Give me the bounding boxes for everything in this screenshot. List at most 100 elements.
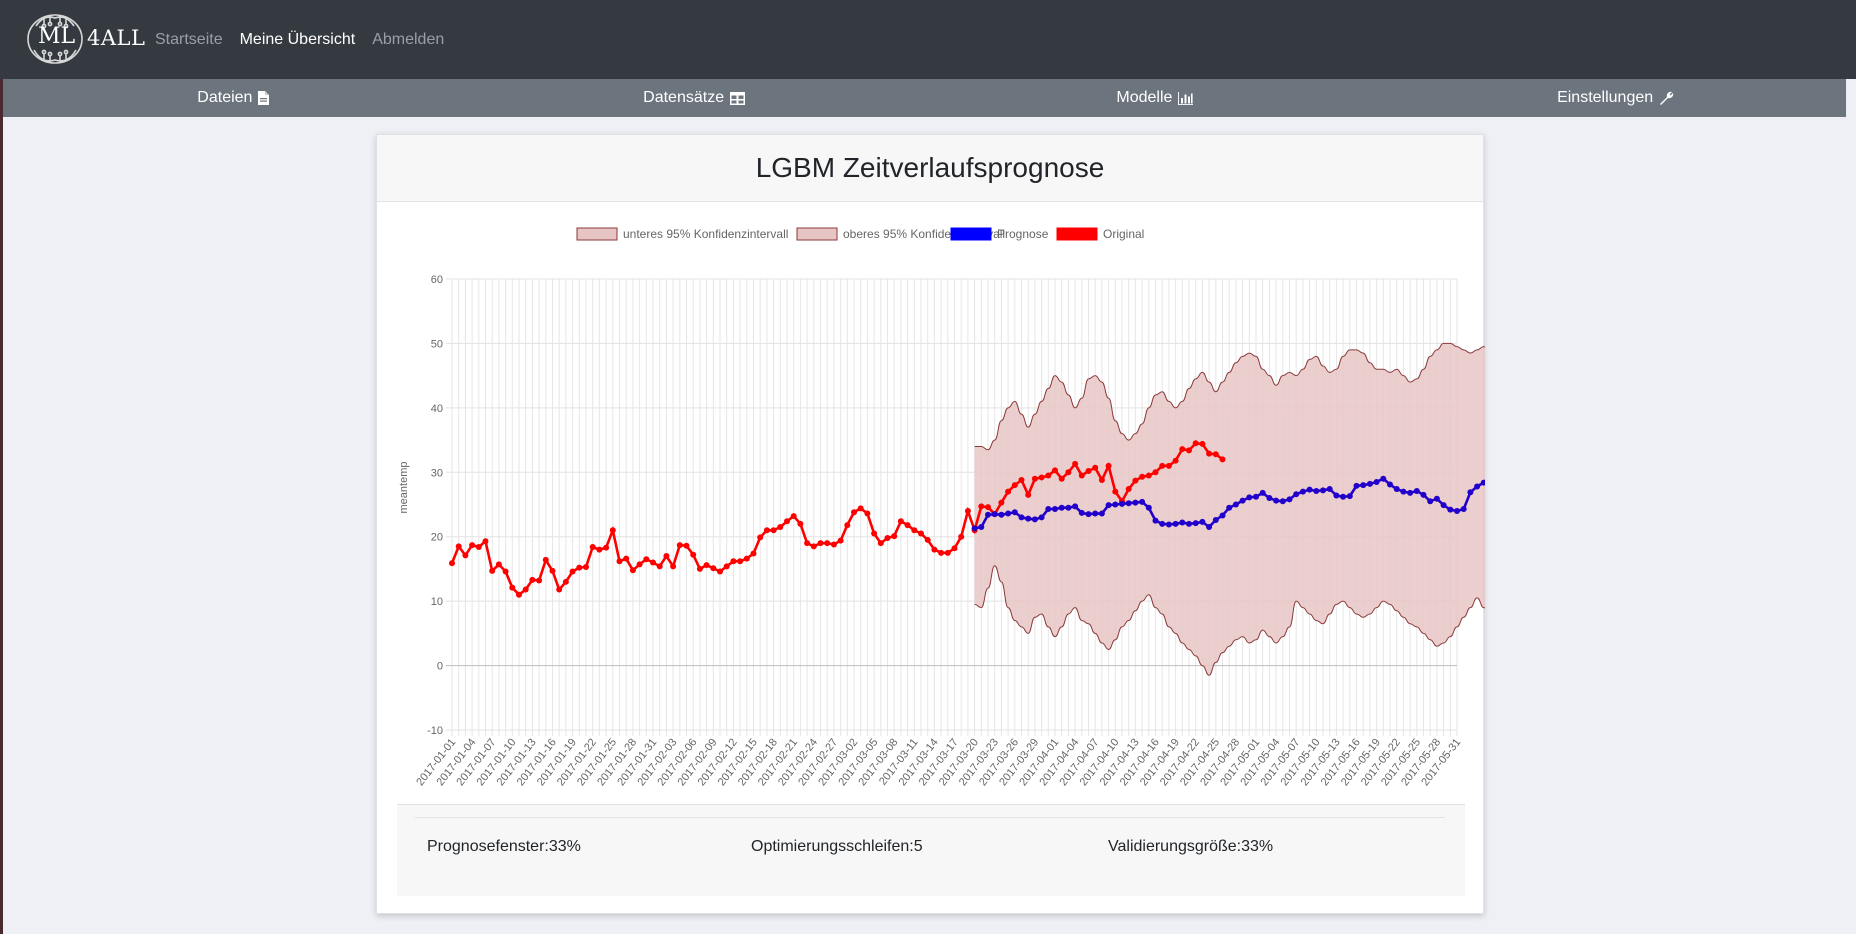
series-original-point <box>1078 472 1085 479</box>
series-forecast-point <box>1420 491 1427 498</box>
series-original-point <box>797 520 804 527</box>
series-original-point <box>542 556 549 563</box>
series-original-point <box>1199 440 1206 447</box>
series-original-point <box>603 544 610 551</box>
series-forecast-point <box>1293 491 1300 498</box>
nav-logout-link[interactable]: Abmelden <box>372 31 444 49</box>
series-forecast-point <box>1239 497 1246 504</box>
series-original-point <box>703 562 710 569</box>
series-forecast-point <box>1045 506 1052 513</box>
series-forecast-point <box>1407 489 1414 496</box>
series-original-point <box>455 543 462 550</box>
series-forecast-point <box>1353 482 1360 489</box>
series-forecast-point <box>1299 488 1306 495</box>
series-original-point <box>683 542 690 549</box>
brand-logo[interactable]: ML 4ALL <box>24 9 145 69</box>
series-forecast-point <box>1373 478 1380 485</box>
series-forecast-point <box>1038 514 1045 521</box>
series-forecast-point <box>1005 510 1012 517</box>
series-forecast-point <box>1011 509 1018 516</box>
series-forecast-point <box>1474 483 1481 490</box>
legend-label: Original <box>1103 227 1144 241</box>
series-original-point <box>1165 462 1172 469</box>
y-tick-label: 20 <box>431 532 443 544</box>
series-original-point <box>897 518 904 525</box>
series-original-point <box>777 524 784 531</box>
series-original-point <box>710 565 717 572</box>
y-tick-label: 0 <box>437 661 443 673</box>
legend-label: unteres 95% Konfidenzintervall <box>623 227 788 241</box>
series-original-point <box>857 505 864 512</box>
series-original-point <box>562 578 569 585</box>
series-original-point <box>1045 472 1052 479</box>
series-original-point <box>589 544 596 551</box>
series-original-point <box>616 558 623 565</box>
series-forecast-point <box>1031 516 1038 523</box>
series-original-point <box>1172 457 1179 464</box>
series-forecast-point <box>1360 482 1367 489</box>
series-original-point <box>643 556 650 563</box>
series-original-point <box>730 558 737 565</box>
series-forecast-point <box>1313 487 1320 494</box>
series-forecast-point <box>1467 489 1474 496</box>
series-forecast-point <box>1427 498 1434 505</box>
series-forecast-point <box>1340 493 1347 500</box>
series-forecast-point <box>1380 475 1387 482</box>
subnav-settings[interactable]: Einstellungen <box>1385 79 1846 117</box>
brain-icon: ML <box>24 10 86 68</box>
series-forecast-point <box>1078 509 1085 516</box>
subnav-files[interactable]: Dateien <box>3 79 464 117</box>
series-original-point <box>763 527 770 534</box>
subnav-datasets-label: Datensätze <box>643 89 725 106</box>
series-original-point <box>656 563 663 570</box>
series-original-point <box>784 518 790 525</box>
series-original-point <box>663 553 670 560</box>
series-original-point <box>918 530 924 537</box>
series-original-point <box>817 540 824 547</box>
series-original-point <box>536 577 543 584</box>
series-forecast-point <box>1165 521 1172 528</box>
subnav-models[interactable]: Modelle <box>925 79 1386 117</box>
series-forecast-point <box>1226 504 1233 511</box>
series-original-point <box>676 542 683 549</box>
series-original-point <box>804 540 811 547</box>
series-forecast-point <box>1393 486 1400 493</box>
series-original-point <box>824 540 831 547</box>
series-original-point <box>1011 482 1018 489</box>
y-tick-label: 50 <box>431 338 443 350</box>
series-forecast-point <box>1139 498 1146 505</box>
main-nav: Startseite Meine Übersicht Abmelden <box>155 0 461 79</box>
series-original-point <box>569 568 576 575</box>
series-forecast-point <box>1072 503 1079 510</box>
series-forecast-point <box>1440 502 1447 509</box>
series-original-point <box>556 586 563 593</box>
series-original-point <box>750 550 757 557</box>
series-original-point <box>1192 440 1199 447</box>
table-icon <box>730 91 746 105</box>
series-original-point <box>877 540 884 547</box>
series-forecast-point <box>1145 504 1152 511</box>
series-forecast-point <box>1219 512 1226 519</box>
series-forecast-point <box>1320 487 1326 494</box>
series-forecast-point <box>1259 489 1266 496</box>
series-forecast-point <box>1132 499 1139 506</box>
nav-home-link[interactable]: Startseite <box>155 31 223 49</box>
nav-overview-link[interactable]: Meine Übersicht <box>240 31 356 49</box>
series-forecast-point <box>1025 515 1032 522</box>
bar-chart-icon <box>1178 91 1194 105</box>
y-tick-label: -10 <box>427 725 443 737</box>
series-original-point <box>1005 488 1012 495</box>
series-forecast-point <box>1273 497 1280 504</box>
series-original-point <box>717 568 723 575</box>
series-original-point <box>516 591 522 598</box>
series-original-point <box>1058 475 1065 482</box>
subnav-datasets[interactable]: Datensätze <box>464 79 925 117</box>
series-original-point <box>810 543 817 550</box>
series-original-point <box>1018 477 1025 484</box>
series-forecast-point <box>1179 519 1186 526</box>
series-forecast-point <box>1065 504 1072 511</box>
series-forecast-point <box>1085 511 1092 518</box>
series-forecast-point <box>1447 506 1454 513</box>
series-forecast-point <box>1433 495 1440 502</box>
series-forecast-point <box>1058 504 1065 511</box>
